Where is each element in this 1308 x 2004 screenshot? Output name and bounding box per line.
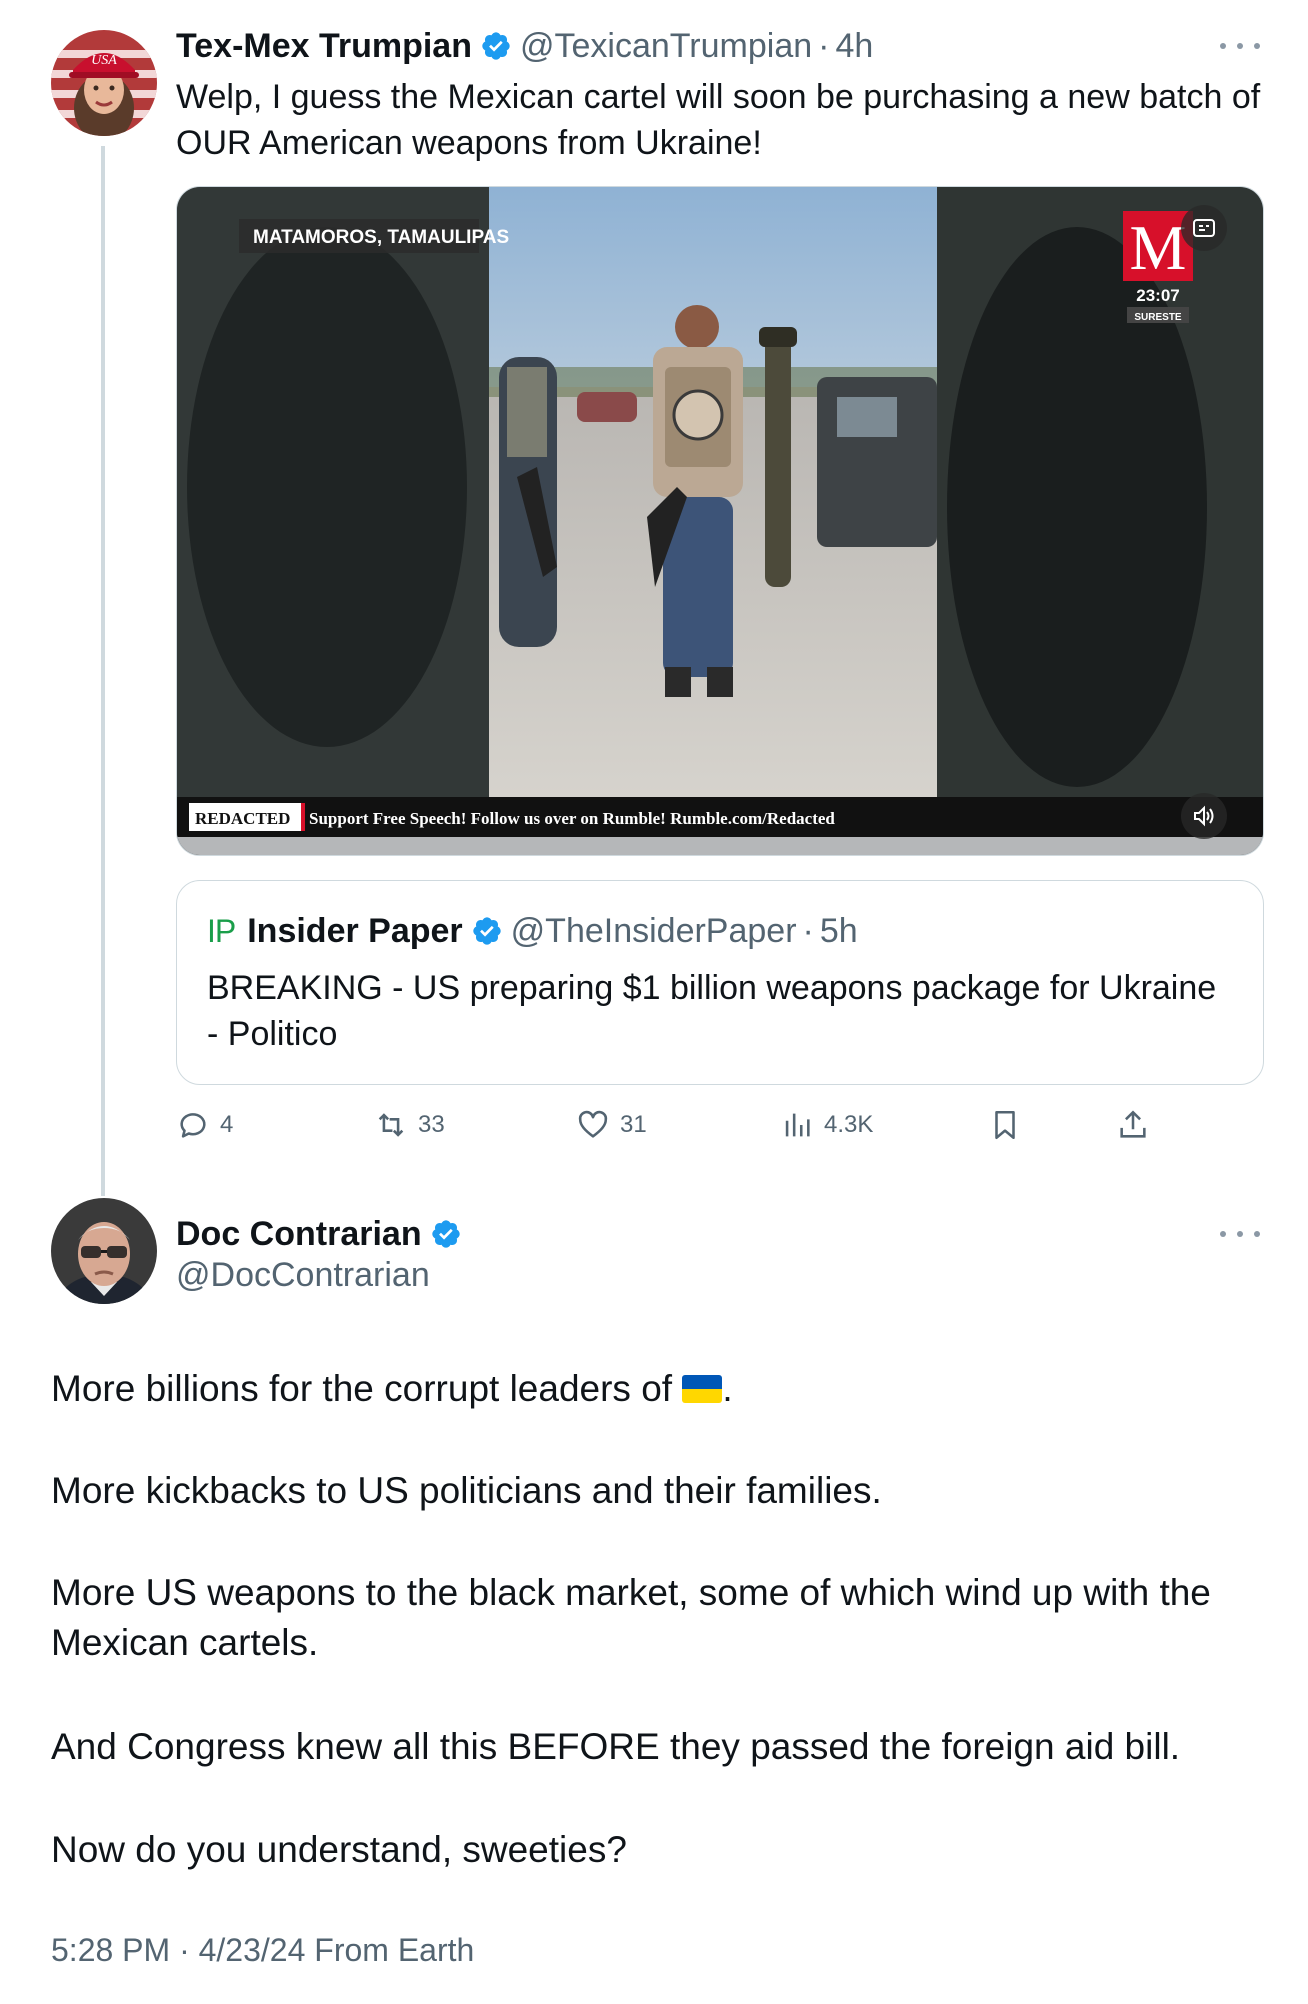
paragraph-text: .	[722, 1368, 733, 1409]
action-bar: 4 33 31 4.3K	[176, 1100, 1176, 1150]
like-button[interactable]: 31	[576, 1100, 647, 1150]
paragraph-text: More billions for the corrupt leaders of	[51, 1368, 683, 1409]
post-paragraph: More US weapons to the black market, som…	[51, 1572, 1211, 1663]
views-icon	[785, 1113, 810, 1137]
video-frame: MATAMOROS, TAMAULIPAS M 23:07 SURESTE RE…	[177, 187, 1263, 855]
svg-text:M: M	[1130, 212, 1187, 283]
separator: ·	[818, 26, 830, 65]
quote-author-name[interactable]: Insider Paper	[247, 912, 462, 951]
share-icon	[1120, 1110, 1146, 1138]
avatar-image	[51, 1198, 157, 1304]
author-name[interactable]: Doc Contrarian	[176, 1215, 422, 1254]
bookmark-button[interactable]	[988, 1100, 1032, 1150]
volume-icon[interactable]	[1181, 793, 1227, 839]
post-timestamp[interactable]: 5:28 PM · 4/23/24 From Earth	[51, 1932, 474, 1969]
quote-header: IP Insider Paper @TheInsiderPaper · 5h	[207, 909, 858, 953]
avatar-image: USA	[51, 30, 157, 136]
quote-timestamp[interactable]: 5h	[820, 912, 858, 951]
captions-icon[interactable]	[1181, 205, 1227, 251]
verified-badge-icon	[472, 917, 501, 945]
verified-badge-icon	[431, 1220, 460, 1248]
timestamp[interactable]: 4h	[835, 27, 873, 66]
heart-icon	[578, 1110, 608, 1138]
quote-text: BREAKING - US preparing $1 billion weapo…	[207, 969, 1217, 1053]
author-handle[interactable]: @TexicanTrumpian	[520, 27, 812, 66]
video-player[interactable]: MATAMOROS, TAMAULIPAS M 23:07 SURESTE RE…	[176, 186, 1264, 856]
reply-count: 4	[220, 1111, 234, 1138]
svg-text:USA: USA	[91, 53, 117, 68]
like-count: 31	[620, 1111, 647, 1138]
avatar[interactable]: USA	[51, 30, 157, 136]
views-button[interactable]: 4.3K	[780, 1100, 873, 1150]
avatar[interactable]	[51, 1198, 157, 1304]
post-paragraph: More kickbacks to US politicians and the…	[51, 1470, 882, 1511]
repost-count: 33	[418, 1111, 445, 1138]
repost-icon	[378, 1113, 404, 1137]
tweet-header: Doc Contrarian	[176, 1212, 470, 1256]
svg-text:23:07: 23:07	[1136, 286, 1179, 305]
bookmark-icon	[995, 1110, 1015, 1140]
quote-author-handle[interactable]: @TheInsiderPaper	[511, 912, 797, 951]
thread-connector	[101, 146, 105, 1196]
verified-badge-icon	[482, 32, 510, 60]
svg-text:SURESTE: SURESTE	[1134, 312, 1182, 323]
post-paragraph: More billions for the corrupt leaders of…	[51, 1364, 1271, 1414]
post-paragraph: Now do you understand, sweeties?	[51, 1829, 627, 1870]
repost-button[interactable]: 33	[374, 1100, 445, 1150]
reply-button[interactable]: 4	[176, 1100, 233, 1150]
tweet-header: Tex-Mex Trumpian @TexicanTrumpian · 4h	[176, 24, 873, 68]
svg-text:REDACTED: REDACTED	[195, 809, 290, 828]
quoted-tweet-card[interactable]: IP Insider Paper @TheInsiderPaper · 5h B…	[176, 880, 1264, 1085]
more-options-icon[interactable]	[1220, 34, 1260, 58]
separator: ·	[802, 911, 814, 950]
insider-paper-logo-icon: IP	[207, 912, 236, 949]
share-button[interactable]	[1116, 1100, 1160, 1150]
svg-text:MATAMOROS, TAMAULIPAS: MATAMOROS, TAMAULIPAS	[253, 227, 509, 248]
ukraine-flag-icon	[682, 1375, 723, 1403]
author-handle[interactable]: @DocContrarian	[176, 1256, 430, 1295]
views-count: 4.3K	[824, 1111, 874, 1138]
more-options-icon[interactable]	[1220, 1222, 1260, 1246]
author-name[interactable]: Tex-Mex Trumpian	[176, 27, 472, 66]
svg-text:Support Free Speech! Follow us: Support Free Speech! Follow us over on R…	[309, 809, 835, 828]
post-paragraph: And Congress knew all this BEFORE they p…	[51, 1726, 1181, 1767]
tweet-text: Welp, I guess the Mexican cartel will so…	[176, 78, 1261, 162]
reply-icon	[180, 1113, 206, 1138]
